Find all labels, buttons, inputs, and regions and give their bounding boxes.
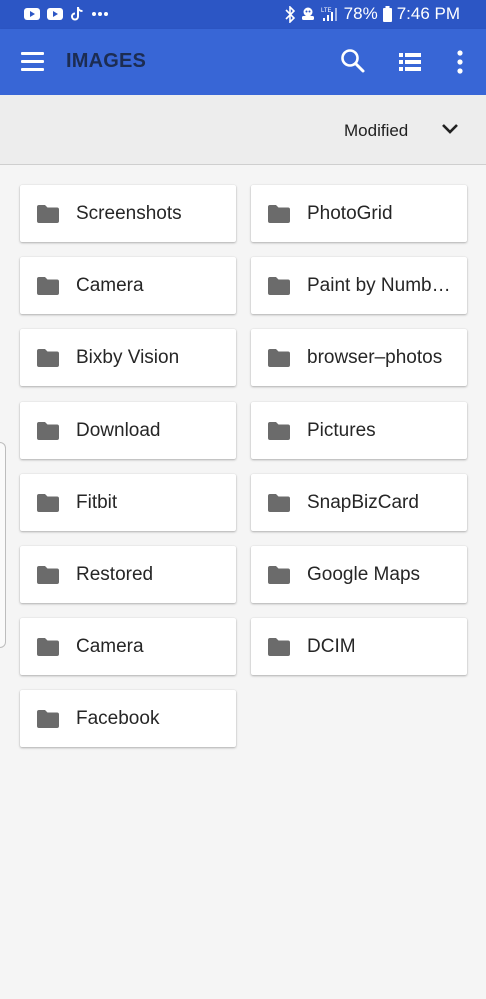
folder-icon xyxy=(268,205,290,223)
folder-card[interactable]: PhotoGrid xyxy=(251,185,467,242)
folder-card[interactable]: Screenshots xyxy=(20,185,236,242)
more-dots-icon xyxy=(92,12,108,16)
sort-bar: Modified xyxy=(0,95,486,165)
folder-card[interactable]: browser–photos xyxy=(251,329,467,387)
folder-name: Fitbit xyxy=(76,491,118,513)
search-icon[interactable] xyxy=(340,48,366,74)
folder-card[interactable]: Camera xyxy=(20,257,236,315)
folder-name: Screenshots xyxy=(76,203,182,224)
edge-panel-handle[interactable] xyxy=(0,442,6,648)
notification-icon xyxy=(301,7,314,20)
chevron-down-icon[interactable] xyxy=(440,121,460,137)
folder-name: Bixby Vision xyxy=(76,347,180,369)
status-bar: LTE 78% 7:46 PM xyxy=(0,0,486,29)
folder-icon xyxy=(37,421,59,440)
folder-name: Pictures xyxy=(307,419,376,441)
folder-name: SnapBizCard xyxy=(307,491,419,513)
folder-name: Google Maps xyxy=(307,564,421,585)
folder-card[interactable]: SnapBizCard xyxy=(251,473,467,531)
folder-name: Download xyxy=(76,419,161,441)
folder-icon xyxy=(37,710,59,729)
folder-icon xyxy=(268,566,290,584)
bluetooth-icon xyxy=(285,5,295,23)
folder-icon xyxy=(37,349,59,368)
hamburger-menu-icon[interactable] xyxy=(21,52,45,72)
sort-label[interactable]: Modified xyxy=(344,121,408,141)
folder-icon xyxy=(268,277,290,296)
folder-card[interactable]: Restored xyxy=(20,546,236,603)
folder-icon xyxy=(37,566,59,584)
battery-percent: 78% xyxy=(343,4,378,23)
app-bar: IMAGES xyxy=(0,29,486,95)
folder-icon xyxy=(268,638,290,657)
folder-card[interactable]: Google Maps xyxy=(251,546,467,603)
folder-card[interactable]: Facebook xyxy=(20,690,236,748)
youtube-icon xyxy=(24,8,40,20)
folder-card[interactable]: Bixby Vision xyxy=(20,329,236,387)
list-view-icon[interactable] xyxy=(398,51,422,73)
folder-name: Paint by Numb… xyxy=(307,275,451,297)
folder-name: Restored xyxy=(76,564,154,585)
folder-icon xyxy=(37,493,59,512)
folder-card[interactable]: DCIM xyxy=(251,618,467,676)
folder-icon xyxy=(37,277,59,296)
folder-icon xyxy=(37,205,59,223)
tiktok-icon xyxy=(71,6,83,21)
battery-icon xyxy=(382,6,392,22)
folder-name: Facebook xyxy=(76,708,160,730)
folder-name: DCIM xyxy=(307,636,356,658)
folder-card[interactable]: Camera xyxy=(20,618,236,676)
folder-name: PhotoGrid xyxy=(307,203,393,224)
system-indicators: LTE 78% 7:46 PM xyxy=(285,4,460,24)
folder-card[interactable]: Fitbit xyxy=(20,473,236,531)
folder-icon xyxy=(268,421,290,440)
folder-card[interactable]: Paint by Numb… xyxy=(251,257,467,315)
folder-icon xyxy=(37,638,59,657)
more-vert-icon[interactable] xyxy=(450,49,470,75)
folder-card[interactable]: Pictures xyxy=(251,401,467,459)
folder-icon xyxy=(268,493,290,512)
folder-name: Camera xyxy=(76,275,144,297)
page-title: IMAGES xyxy=(66,50,147,72)
signal-icon: LTE xyxy=(321,8,337,21)
folder-card[interactable]: Download xyxy=(20,401,236,459)
clock: 7:46 PM xyxy=(396,4,460,23)
youtube-icon xyxy=(47,8,63,20)
folder-icon xyxy=(268,349,290,368)
folder-name: Camera xyxy=(76,636,144,658)
lte-label: LTE xyxy=(321,8,332,14)
notification-icons xyxy=(24,6,109,22)
folder-name: browser–photos xyxy=(307,347,443,369)
